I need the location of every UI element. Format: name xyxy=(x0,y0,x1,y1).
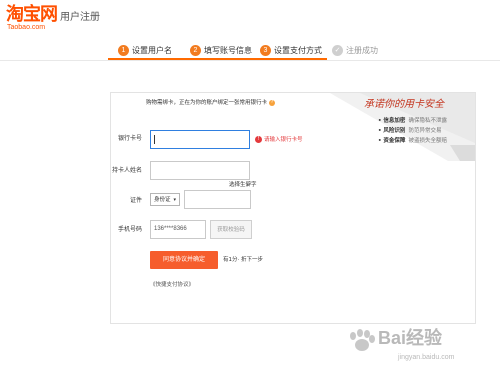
previous-step-link[interactable]: 有1分· 折下一步 xyxy=(223,256,263,264)
step-label: 设置用户名 xyxy=(132,45,172,55)
phone-input[interactable]: 136****8366 xyxy=(150,220,206,239)
step-number-3: 3 xyxy=(260,44,271,56)
bind-card-note-text: 购物需绑卡，正在为你的账户绑定一张常用银行卡 xyxy=(146,100,268,106)
watermark-url: jingyan.baidu.com xyxy=(398,354,455,361)
id-type-select[interactable]: 身份证 ▾ xyxy=(150,193,180,206)
taobao-logo[interactable]: 淘宝网 xyxy=(6,5,58,25)
bank-card-label: 银行卡号 xyxy=(117,135,142,142)
promo-item-risk: • 风险识别 防范异常交易 xyxy=(378,127,441,135)
bank-card-input[interactable] xyxy=(150,130,250,149)
step-fill-account-info: 2 填写账号信息 xyxy=(190,41,252,59)
promo-item-detail: 防范异常交易 xyxy=(408,128,442,134)
chevron-down-icon: ▾ xyxy=(173,196,176,203)
checkmark-icon: ✓ xyxy=(332,44,343,56)
step-number-1: 1 xyxy=(118,44,129,56)
step-set-username: 1 设置用户名 xyxy=(118,41,172,59)
step-label: 注册成功 xyxy=(346,45,378,55)
quick-pay-agreement-link[interactable]: 《快捷支付协议》 xyxy=(150,281,194,289)
step-registration-complete: ✓ 注册成功 xyxy=(332,41,378,59)
agree-and-confirm-button[interactable]: 同意协议并确定 xyxy=(150,251,218,269)
get-verification-code-button[interactable]: 获取校验码 xyxy=(210,220,252,239)
help-icon[interactable]: ? xyxy=(269,99,276,106)
rare-character-link[interactable]: 选择生僻字 xyxy=(229,181,257,189)
step-label: 填写账号信息 xyxy=(204,45,252,55)
bind-card-note: 购物需绑卡，正在为你的账户绑定一张常用银行卡? xyxy=(146,99,276,107)
holder-name-input[interactable] xyxy=(150,161,250,180)
step-number-2: 2 xyxy=(190,44,201,56)
step-progress-underline xyxy=(185,58,260,60)
taobao-logo-subtitle: Taobao.com xyxy=(7,24,46,31)
watermark-text: Bai经验 xyxy=(378,328,443,348)
step-label: 设置支付方式 xyxy=(274,45,322,55)
promo-item-encryption: • 信息加密 确保隐私不泄露 xyxy=(378,117,447,125)
id-label: 证件 xyxy=(129,197,142,204)
error-icon: ! xyxy=(255,136,262,143)
promo-item-detail: 确保隐私不泄露 xyxy=(408,118,447,124)
promo-item-funds: • 资金保障 被盗损失全额赔 xyxy=(378,137,447,145)
step-set-payment: 3 设置支付方式 xyxy=(260,41,322,59)
promo-item-heading: • 信息加密 xyxy=(378,118,406,124)
step-progress-underline xyxy=(252,58,327,60)
page-title: 用户注册 xyxy=(60,12,100,23)
promo-item-heading: • 风险识别 xyxy=(378,128,406,134)
security-promise-title: 承诺你的用卡安全 xyxy=(364,99,444,110)
promo-item-heading: • 资金保障 xyxy=(378,138,406,144)
phone-label: 手机号码 xyxy=(117,226,142,233)
bank-card-error: 请输入银行卡号 xyxy=(264,137,303,143)
steps-divider xyxy=(0,60,500,61)
id-number-input[interactable] xyxy=(184,190,251,209)
id-type-value: 身份证 xyxy=(154,196,171,203)
step-progress-underline xyxy=(108,58,193,60)
holder-name-label: 持卡人姓名 xyxy=(111,167,142,174)
promo-item-detail: 被盗损失全额赔 xyxy=(408,138,447,144)
